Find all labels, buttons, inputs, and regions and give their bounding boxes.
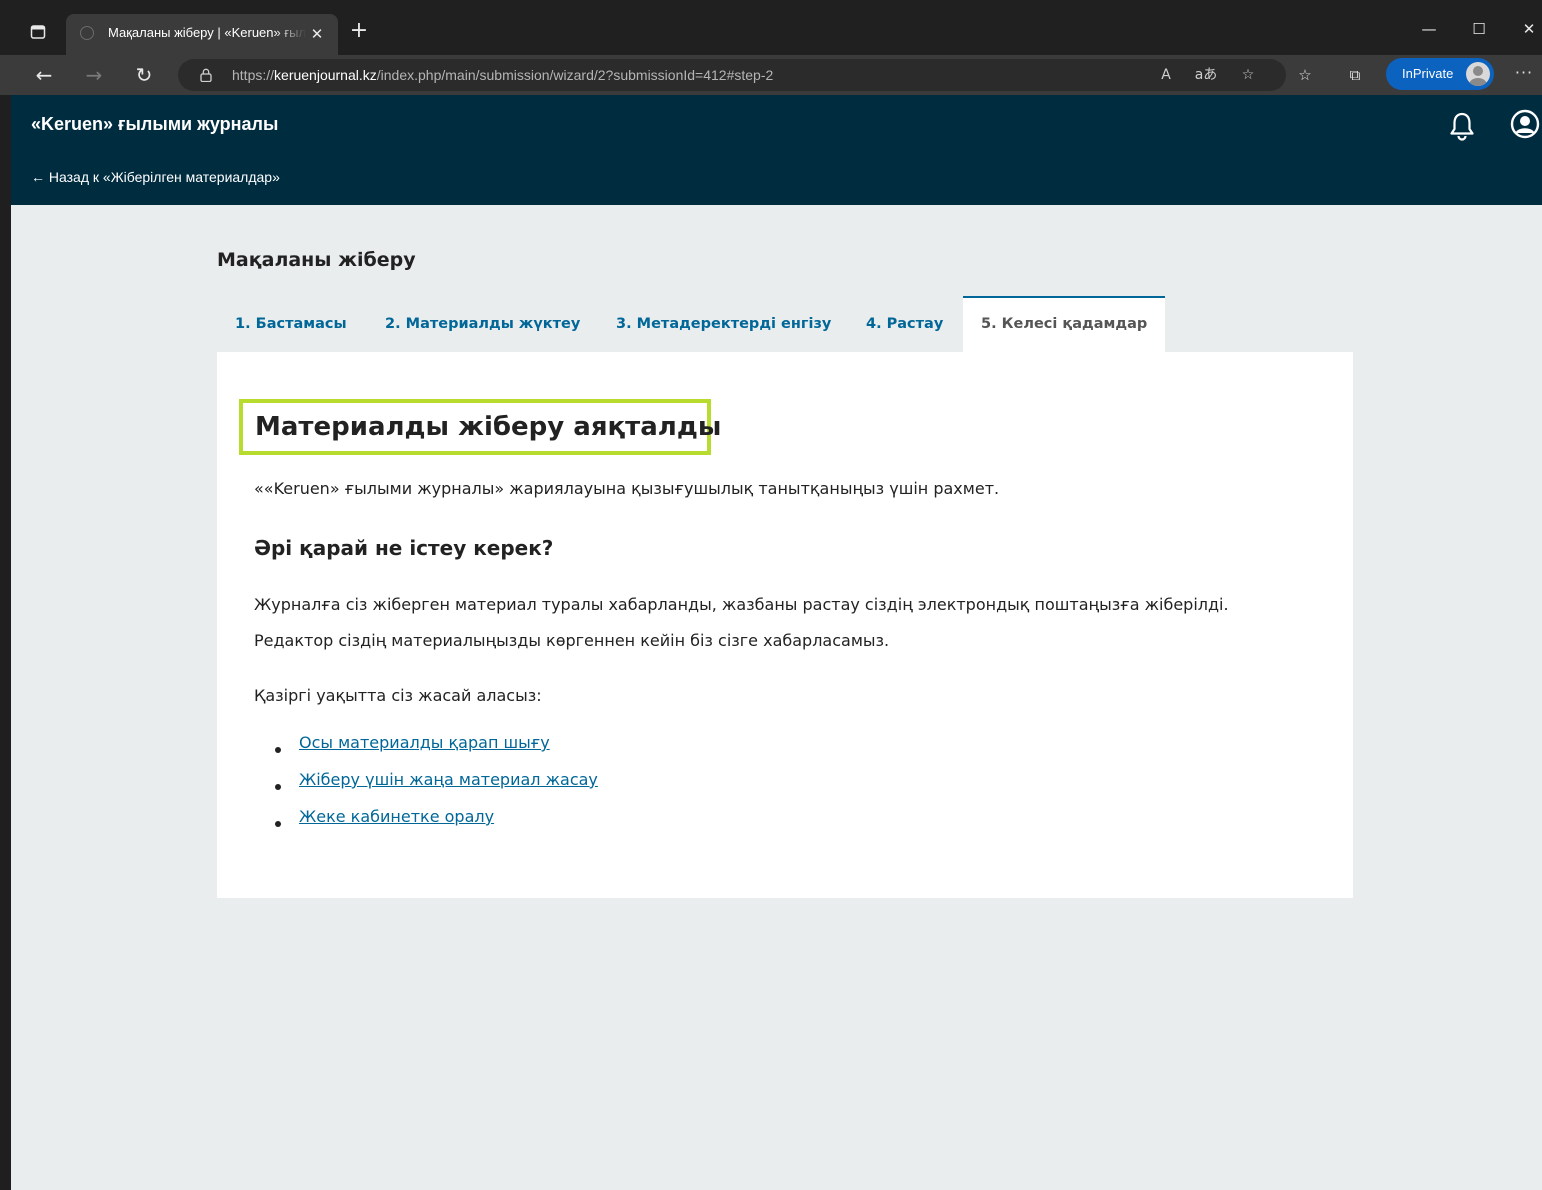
submission-steps-tabs: 1. Бастамасы 2. Материалды жүктеу 3. Мет… xyxy=(217,296,1353,352)
profile-avatar-icon xyxy=(1466,62,1490,86)
maximize-icon[interactable]: ☐ xyxy=(1464,16,1494,42)
site-header: «Keruen» ғылыми журналы ← Назад к «Жібер… xyxy=(11,95,1542,205)
notifications-bell-icon[interactable] xyxy=(1448,111,1476,141)
list-item: Жеке кабинетке оралу xyxy=(272,807,598,849)
next-steps-heading: Әрі қарай не істеу керек? xyxy=(254,536,554,560)
url-domain: keruenjournal.kz xyxy=(274,67,377,83)
lock-icon[interactable] xyxy=(200,68,212,82)
read-aloud-icon[interactable]: A xyxy=(1156,64,1176,86)
tab-actions-icon[interactable] xyxy=(24,18,52,46)
notification-text-line1: Журналға сіз жіберген материал туралы ха… xyxy=(254,595,1229,614)
browser-toolbar: ← → ↻ https://keruenjournal.kz/index.php… xyxy=(0,55,1542,95)
browser-tab-bar: Мақаланы жіберу | «Keruen» ғылыми журнал… xyxy=(0,0,1542,55)
journal-title[interactable]: «Keruen» ғылыми журналы xyxy=(31,114,278,135)
back-arrow-icon[interactable]: ← xyxy=(30,61,58,89)
inprivate-label: InPrivate xyxy=(1402,66,1454,81)
window-close-icon[interactable]: ✕ xyxy=(1514,16,1542,42)
translate-icon[interactable]: aあ xyxy=(1194,64,1218,86)
back-to-submissions-link[interactable]: ← Назад к «Жіберілген материалдар» xyxy=(31,169,280,185)
page-viewport: «Keruen» ғылыми журналы ← Назад к «Жібер… xyxy=(11,95,1542,1190)
tab-step-4[interactable]: 4. Растау xyxy=(866,296,943,352)
tab-title: Мақаланы жіберу | «Keruen» ғылыми журнал… xyxy=(108,25,306,40)
address-bar[interactable]: https://keruenjournal.kz/index.php/main/… xyxy=(178,59,1286,91)
thanks-text: ««Keruen» ғылыми журналы» жариялауына қы… xyxy=(254,479,1000,498)
collections-icon[interactable]: ⧉ xyxy=(1342,62,1368,88)
submission-complete-panel: Материалды жіберу аяқталды ««Keruen» ғыл… xyxy=(217,352,1353,898)
tab-step-1[interactable]: 1. Бастамасы xyxy=(235,296,347,352)
notification-text-line2: Редактор сіздің материалыңызды көргеннен… xyxy=(254,631,890,650)
tab-step-2[interactable]: 2. Материалды жүктеу xyxy=(385,296,580,352)
options-intro-text: Қазіргі уақытта сіз жасай аласыз: xyxy=(254,686,542,705)
page-title: Мақаланы жіберу xyxy=(217,249,416,271)
tab-step-3[interactable]: 3. Метадеректерді енгізу xyxy=(616,296,831,352)
minimize-icon[interactable]: — xyxy=(1414,16,1444,42)
inprivate-badge[interactable]: InPrivate xyxy=(1386,58,1494,90)
review-submission-link[interactable]: Осы материалды қарап шығу xyxy=(299,733,550,752)
create-new-submission-link[interactable]: Жіберу үшін жаңа материал жасау xyxy=(299,770,598,789)
tab-close-icon[interactable]: ✕ xyxy=(306,23,328,45)
next-actions-list: Осы материалды қарап шығу Жіберу үшін жа… xyxy=(272,733,598,849)
user-profile-icon[interactable] xyxy=(1510,109,1540,139)
tab-loading-icon xyxy=(80,26,94,40)
url-text[interactable]: https://keruenjournal.kz/index.php/main/… xyxy=(232,67,773,83)
favorites-icon[interactable]: ☆ xyxy=(1292,62,1318,88)
tab-step-5[interactable]: 5. Келесі қадамдар xyxy=(963,296,1166,352)
url-prefix: https:// xyxy=(232,67,275,83)
completed-heading-box: Материалды жіберу аяқталды xyxy=(239,399,721,455)
completed-heading: Материалды жіберу аяқталды xyxy=(255,412,722,442)
add-favorite-icon[interactable]: ☆ xyxy=(1236,64,1260,86)
browser-tab-active[interactable]: Мақаланы жіберу | «Keruen» ғылыми журнал… xyxy=(66,14,338,55)
url-path: /index.php/main/submission/wizard/2?subm… xyxy=(376,67,774,83)
return-to-dashboard-link[interactable]: Жеке кабинетке оралу xyxy=(299,807,494,826)
more-options-icon[interactable]: ··· xyxy=(1510,61,1538,89)
new-tab-icon[interactable]: + xyxy=(346,19,372,45)
refresh-icon[interactable]: ↻ xyxy=(130,61,158,89)
forward-arrow-icon[interactable]: → xyxy=(80,61,108,89)
